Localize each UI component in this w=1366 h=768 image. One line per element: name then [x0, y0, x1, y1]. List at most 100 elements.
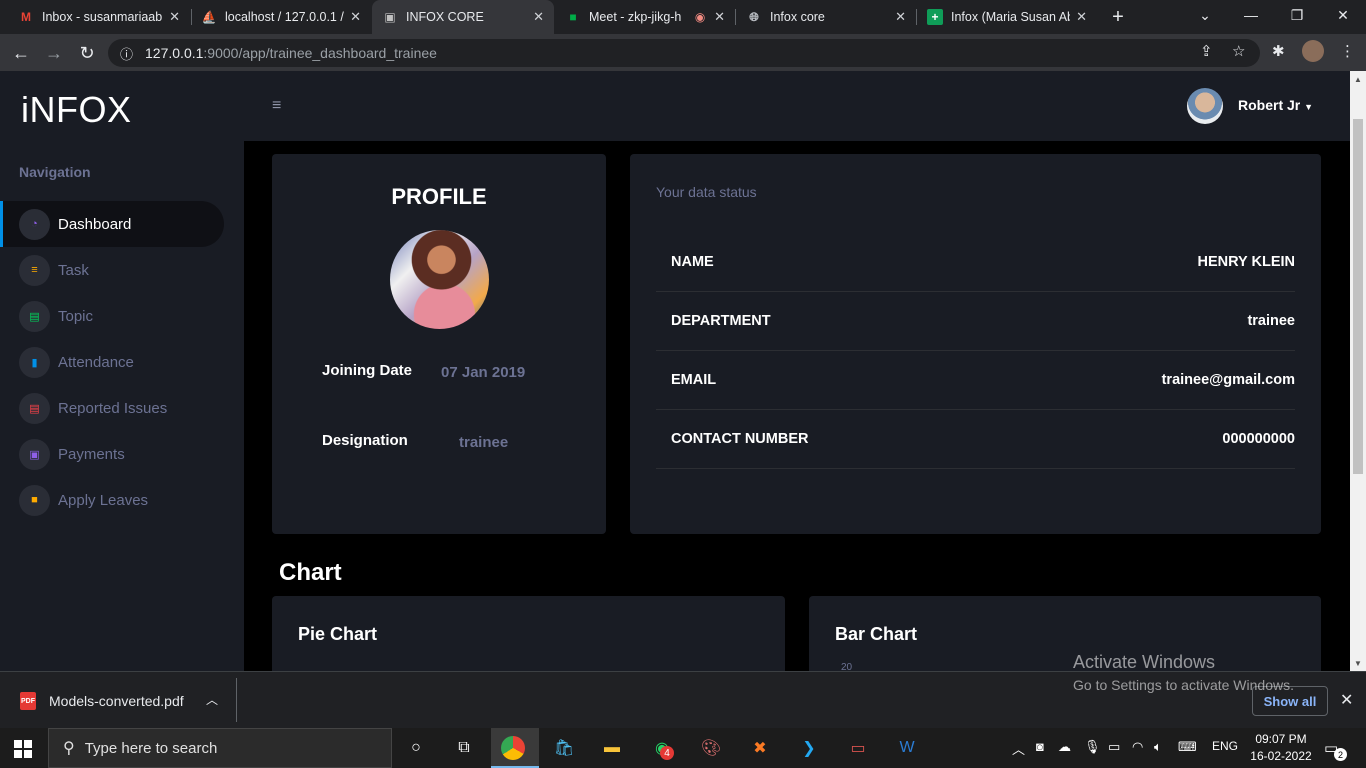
microphone-icon[interactable]: 🎙︎: [1084, 739, 1101, 755]
windows-taskbar: ⚲ Type here to search ○ ⧉ 🛍︎ ▬ ◉ 4 🎨︎ ✖ …: [0, 728, 1366, 768]
bar-chart-card: Bar Chart 20: [809, 596, 1321, 671]
data-status-heading: Your data status: [656, 184, 757, 200]
nav-section-label: Navigation: [19, 164, 91, 180]
joining-date-value: 07 Jan 2019: [441, 364, 526, 381]
cortana-icon[interactable]: ○: [402, 734, 430, 762]
data-row-contact-number: CONTACT NUMBER 000000000: [656, 410, 1295, 469]
tab-infox-core[interactable]: 🌐︎ Infox core ✕: [736, 0, 916, 34]
designation-value: trainee: [459, 434, 509, 451]
info-icon[interactable]: ⓘ: [120, 44, 133, 63]
browser-toolbar: ← → ↻ ⓘ 127.0.0.1:9000/app/trainee_dashb…: [0, 34, 1366, 71]
forward-icon[interactable]: →: [43, 42, 65, 64]
avatar[interactable]: [1187, 88, 1223, 124]
globe-icon: 🌐︎: [749, 9, 759, 24]
task-view-icon[interactable]: ⧉: [450, 734, 478, 762]
download-item[interactable]: Models-converted.pdf: [49, 693, 184, 709]
file-explorer-icon[interactable]: ▬: [598, 734, 626, 762]
chevron-up-icon[interactable]: ︿: [1012, 739, 1025, 758]
data-status-card: Your data status NAME HENRY KLEIN DEPART…: [630, 154, 1321, 534]
menu-dots-icon[interactable]: ⋮: [1340, 42, 1355, 60]
pie-chart-card: Pie Chart: [272, 596, 785, 671]
page-icon: ▣: [384, 10, 396, 24]
sidebar-item-dashboard[interactable]: ◔ Dashboard: [0, 201, 224, 247]
bar-chart-title: Bar Chart: [835, 624, 918, 644]
chrome-icon[interactable]: [501, 736, 525, 760]
page-scrollbar[interactable]: ▲ ▼: [1350, 71, 1366, 671]
notification-count-badge: 2: [1334, 748, 1347, 761]
paint-icon[interactable]: 🎨︎: [697, 734, 725, 762]
tab-sheets[interactable]: + Infox (Maria Susan Ab ✕: [917, 0, 1097, 34]
window-close-button[interactable]: ✕: [1320, 0, 1366, 30]
hamburger-menu-icon[interactable]: ≡: [272, 97, 281, 115]
sidebar-item-topic[interactable]: ▤ Topic: [0, 293, 224, 339]
browser-tab-strip: M Inbox - susanmariaab ✕ ⛵ localhost / 1…: [0, 0, 1366, 34]
tab-meet[interactable]: ■ Meet - zkp-jikg-h ◉ ✕: [555, 0, 735, 34]
volume-icon[interactable]: 🔈︎: [1154, 739, 1162, 755]
wifi-icon[interactable]: ◠: [1132, 739, 1143, 755]
browser-profile-avatar[interactable]: [1302, 40, 1324, 62]
close-icon[interactable]: ✕: [895, 9, 906, 25]
tab-search-icon[interactable]: ⌄: [1182, 0, 1228, 30]
sidebar-item-reported-issues[interactable]: ▤ Reported Issues: [0, 385, 224, 431]
tab-phpmyadmin[interactable]: ⛵ localhost / 127.0.0.1 / ✕: [191, 0, 371, 34]
close-icon[interactable]: ✕: [533, 9, 544, 25]
data-row-email: EMAIL trainee@gmail.com: [656, 351, 1295, 410]
bar-chart-icon: ▮: [19, 346, 50, 378]
battery-icon[interactable]: ▭: [1108, 739, 1120, 755]
webcam-icon[interactable]: ◙: [1036, 739, 1044, 754]
taskbar-search-input[interactable]: ⚲ Type here to search: [48, 728, 392, 768]
top-navbar: ≡ Robert Jr ▼: [244, 71, 1350, 141]
activation-watermark-title: Activate Windows: [1073, 652, 1216, 672]
language-indicator[interactable]: ENG: [1212, 739, 1238, 753]
scroll-thumb[interactable]: [1353, 119, 1363, 474]
windows-start-icon[interactable]: [14, 740, 32, 758]
profile-photo: [390, 230, 489, 329]
chevron-up-icon[interactable]: ︿: [206, 691, 218, 708]
back-icon[interactable]: ←: [10, 42, 32, 64]
logo: iNFOX: [21, 89, 132, 130]
keyboard-icon[interactable]: ⌨: [1178, 739, 1197, 755]
user-menu[interactable]: Robert Jr ▼: [1238, 97, 1313, 113]
card-icon: ▣: [19, 438, 50, 470]
tab-gmail[interactable]: M Inbox - susanmariaab ✕: [8, 0, 190, 34]
word-icon[interactable]: W: [893, 734, 921, 762]
notification-badge: 4: [660, 746, 674, 760]
bookmark-star-icon[interactable]: ☆: [1232, 42, 1245, 60]
sidebar-item-attendance[interactable]: ▮ Attendance: [0, 339, 224, 385]
joining-date-label: Joining Date: [322, 362, 413, 379]
sidebar-item-apply-leaves[interactable]: ■ Apply Leaves: [0, 477, 224, 523]
sidebar-item-payments[interactable]: ▣ Payments: [0, 431, 224, 477]
profile-title: PROFILE: [391, 184, 487, 209]
close-icon[interactable]: ✕: [169, 9, 180, 25]
recording-icon: ◉: [694, 10, 706, 24]
speedometer-icon: ◔: [19, 208, 50, 240]
tab-infox-core-active[interactable]: ▣ INFOX CORE ✕: [372, 0, 554, 34]
search-icon: ⚲: [63, 740, 75, 757]
gmail-icon: M: [21, 10, 31, 24]
store-icon[interactable]: 🛍︎: [550, 734, 578, 762]
phpmyadmin-icon: ⛵: [201, 10, 217, 24]
close-icon[interactable]: ✕: [350, 9, 361, 25]
address-bar[interactable]: ⓘ 127.0.0.1:9000/app/trainee_dashboard_t…: [108, 39, 1260, 67]
vscode-icon[interactable]: ❯: [795, 734, 823, 762]
sidebar-item-task[interactable]: ≡ Task: [0, 247, 224, 293]
close-icon[interactable]: ✕: [714, 9, 725, 25]
onedrive-icon[interactable]: ☁: [1058, 739, 1071, 755]
scroll-down-icon[interactable]: ▼: [1350, 655, 1366, 671]
scroll-up-icon[interactable]: ▲: [1350, 71, 1366, 87]
presentation-app-icon[interactable]: ▭: [844, 734, 872, 762]
data-row-name: NAME HENRY KLEIN: [656, 233, 1295, 292]
close-download-bar-icon[interactable]: ✕: [1340, 690, 1353, 710]
clock[interactable]: 09:07 PM 16-02-2022: [1250, 731, 1312, 765]
restore-button[interactable]: ❐: [1274, 0, 1320, 30]
share-icon[interactable]: ⇪: [1200, 42, 1213, 60]
close-icon[interactable]: ✕: [1076, 9, 1087, 25]
data-row-department: DEPARTMENT trainee: [656, 292, 1295, 351]
list-icon: ≡: [19, 254, 50, 286]
new-tab-button[interactable]: +: [1106, 5, 1130, 29]
reload-icon[interactable]: ↻: [76, 42, 98, 64]
meet-icon: ■: [569, 10, 577, 24]
minimize-button[interactable]: —: [1228, 0, 1274, 30]
extensions-icon[interactable]: ✱: [1272, 42, 1285, 60]
xampp-icon[interactable]: ✖: [746, 734, 774, 762]
